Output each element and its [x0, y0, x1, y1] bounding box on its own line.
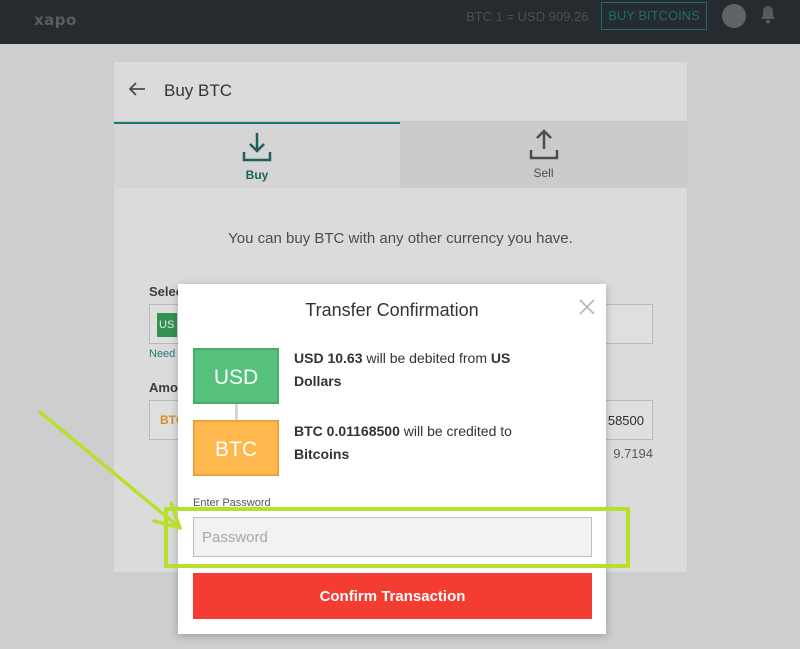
buy-bitcoins-button[interactable]: BUY BITCOINS: [601, 2, 707, 30]
highlight-box: [164, 507, 630, 568]
top-bar: xapo BTC 1 = USD 909.26 BUY BITCOINS: [0, 0, 800, 44]
credit-text: will be credited to: [399, 423, 512, 439]
btc-chip: BTC: [193, 420, 279, 476]
bell-icon[interactable]: [759, 5, 777, 25]
xapo-logo[interactable]: xapo: [34, 11, 77, 29]
modal-title: Transfer Confirmation: [305, 300, 479, 320]
credit-line: BTC 0.01168500 will be credited to Bitco…: [294, 420, 554, 466]
transfer-confirmation-modal: Transfer Confirmation USD BTC USD 10.63 …: [178, 284, 606, 634]
pointer-arrow-icon: [38, 410, 182, 530]
debit-amount: USD 10.63: [294, 350, 363, 366]
close-icon[interactable]: [578, 298, 596, 316]
avatar[interactable]: [722, 4, 746, 28]
btc-rate: BTC 1 = USD 909.26: [466, 9, 589, 24]
connector-line: [235, 404, 238, 420]
confirm-transaction-button[interactable]: Confirm Transaction: [193, 573, 592, 619]
debit-line: USD 10.63 will be debited from US Dollar…: [294, 347, 554, 393]
credit-amount: BTC 0.01168500: [294, 423, 400, 439]
credit-account: Bitcoins: [294, 446, 350, 462]
debit-text: will be debited from: [362, 350, 491, 366]
usd-chip: USD: [193, 348, 279, 404]
